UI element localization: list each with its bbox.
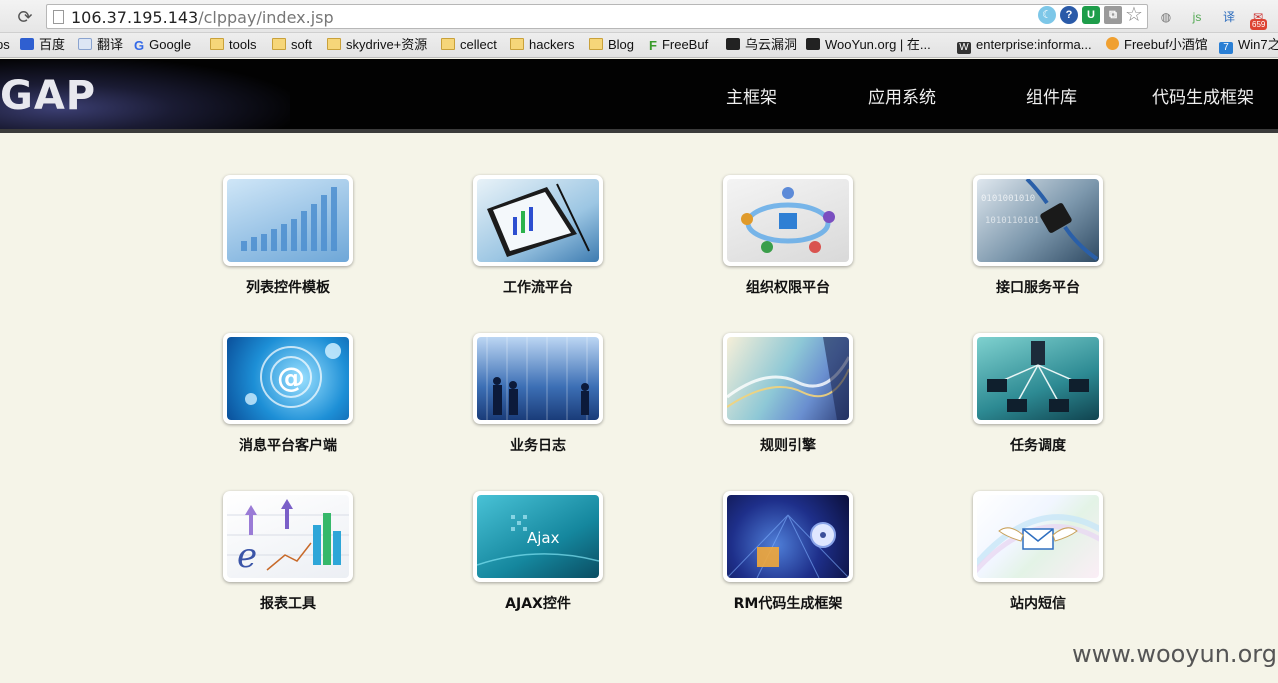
nav-component-library[interactable]: 组件库 xyxy=(1026,83,1077,108)
module-label[interactable]: 消息平台客户端 xyxy=(193,435,383,455)
module-task-scheduling[interactable]: 任务调度 xyxy=(973,333,1103,454)
nav-main-framework[interactable]: 主框架 xyxy=(726,83,777,108)
win7-icon: 7 xyxy=(1219,42,1233,54)
module-label[interactable]: 接口服务平台 xyxy=(943,277,1133,297)
url-host: 106.37.195.143 xyxy=(71,8,199,27)
email-at-icon: @ xyxy=(227,337,349,420)
watermark: www.wooyun.org xyxy=(1072,640,1277,668)
ajax-icon: Ajax xyxy=(477,495,599,578)
module-label[interactable]: RM代码生成框架 xyxy=(693,593,883,613)
folder-icon xyxy=(210,38,224,50)
url-text[interactable]: 106.37.195.143/clppay/index.jsp xyxy=(71,8,334,27)
bookmark-skydrive[interactable]: skydrive+资源 xyxy=(327,37,427,53)
bookmark-google[interactable]: G Google xyxy=(134,37,191,54)
bookmark-freebuf[interactable]: F FreeBuf xyxy=(649,37,708,54)
bookmark-baidu[interactable]: 百度 xyxy=(20,37,65,53)
svg-text:Ajax: Ajax xyxy=(527,529,560,547)
bookmark-translate[interactable]: 翻译 xyxy=(78,37,123,53)
bookmark-ps[interactable]: ps xyxy=(0,37,10,53)
translate-page-icon[interactable]: ⧉ xyxy=(1104,6,1122,24)
bookmark-blog[interactable]: Blog xyxy=(589,37,634,53)
module-label[interactable]: 任务调度 xyxy=(943,435,1133,455)
svg-text:e: e xyxy=(237,536,257,576)
bar-chart-icon xyxy=(227,179,349,262)
bookmark-win7[interactable]: 7 Win7之 xyxy=(1219,37,1278,54)
module-label[interactable]: 站内短信 xyxy=(943,593,1133,613)
bookmark-cellect[interactable]: cellect xyxy=(441,37,497,53)
module-label[interactable]: 规则引擎 xyxy=(693,435,883,455)
bookmarks-bar: ps 百度 翻译 GGoogle tools soft skydrive+资源 … xyxy=(0,33,1278,58)
code-disc-icon xyxy=(727,495,849,578)
flying-envelope-icon xyxy=(977,495,1099,578)
report-growth-icon: e xyxy=(227,495,349,578)
module-label[interactable]: 工作流平台 xyxy=(443,277,633,297)
site-logo[interactable]: GAP xyxy=(0,73,96,119)
module-org-permission[interactable]: 组织权限平台 xyxy=(723,175,853,296)
folder-icon xyxy=(589,38,603,50)
moon-extension-icon[interactable]: ☾ xyxy=(1038,6,1056,24)
bookmark-soft[interactable]: soft xyxy=(272,37,312,53)
module-label[interactable]: 列表控件模板 xyxy=(193,277,383,297)
shield-extension-icon[interactable]: U xyxy=(1082,6,1100,24)
folder-icon xyxy=(510,38,524,50)
cable-connector-icon: 0101001010 1010110101 xyxy=(977,179,1099,262)
module-rule-engine[interactable]: 规则引擎 xyxy=(723,333,853,454)
globe-icon[interactable]: ◍ xyxy=(1157,8,1175,26)
baidu-icon xyxy=(20,38,34,50)
bookmark-wooyun-org[interactable]: WooYun.org | 在... xyxy=(806,37,931,53)
folder-icon xyxy=(272,38,286,50)
nav-code-generation[interactable]: 代码生成框架 xyxy=(1152,83,1254,108)
browser-toolbar: ⟳ 106.37.195.143/clppay/index.jsp ☾ ? U … xyxy=(0,0,1278,33)
wooyun-icon xyxy=(806,38,820,50)
folder-icon xyxy=(441,38,455,50)
translate-extension-icon[interactable]: 译 xyxy=(1220,8,1238,26)
module-workflow[interactable]: 工作流平台 xyxy=(473,175,603,296)
module-internal-messages[interactable]: 站内短信 xyxy=(973,491,1103,612)
bookmark-freebuf-bar[interactable]: Freebuf小酒馆 xyxy=(1106,37,1208,53)
folder-icon xyxy=(327,38,341,50)
business-people-icon xyxy=(477,337,599,420)
module-ajax-controls[interactable]: Ajax AJAX控件 xyxy=(473,491,603,612)
notification-badge: 659 xyxy=(1250,19,1268,30)
bookmark-tools[interactable]: tools xyxy=(210,37,256,53)
google-icon: G xyxy=(134,38,145,53)
freebuf-icon: F xyxy=(649,38,657,53)
abstract-rules-icon xyxy=(727,337,849,420)
js-extension-icon[interactable]: js xyxy=(1188,8,1206,26)
network-computers-icon xyxy=(977,337,1099,420)
url-path: /clppay/index.jsp xyxy=(198,8,334,27)
wooyun-icon xyxy=(726,38,740,50)
address-bar[interactable]: 106.37.195.143/clppay/index.jsp xyxy=(46,4,1148,29)
site-header: GAP 主框架 应用系统 组件库 代码生成框架 xyxy=(0,59,1278,129)
module-label[interactable]: 组织权限平台 xyxy=(693,277,883,297)
module-label[interactable]: 业务日志 xyxy=(443,435,633,455)
help-icon[interactable]: ? xyxy=(1060,6,1078,24)
bookmark-enterprise[interactable]: Wenterprise:informa... xyxy=(957,37,1092,54)
svg-text:@: @ xyxy=(277,361,305,394)
module-business-log[interactable]: 业务日志 xyxy=(473,333,603,454)
module-label[interactable]: AJAX控件 xyxy=(443,593,633,613)
header-divider xyxy=(0,129,1278,133)
wikipedia-icon: W xyxy=(957,42,971,54)
module-label[interactable]: 报表工具 xyxy=(193,593,383,613)
nav-application-system[interactable]: 应用系统 xyxy=(868,83,936,108)
org-network-icon xyxy=(727,179,849,262)
svg-text:0101001010: 0101001010 xyxy=(981,194,1035,204)
bookmark-star-icon[interactable]: ☆ xyxy=(1125,5,1143,25)
page-icon xyxy=(53,10,64,24)
reload-icon[interactable]: ⟳ xyxy=(14,6,36,28)
module-rm-code-gen[interactable]: RM代码生成框架 xyxy=(723,491,853,612)
module-interface-service[interactable]: 0101001010 1010110101 接口服务平台 xyxy=(973,175,1103,296)
bookmark-wooyun-bugs[interactable]: 乌云漏洞 xyxy=(726,37,797,53)
svg-text:1010110101: 1010110101 xyxy=(985,216,1039,226)
module-report-tool[interactable]: e 报表工具 xyxy=(223,491,353,612)
module-message-client[interactable]: @ 消息平台客户端 xyxy=(223,333,353,454)
tablet-chart-icon xyxy=(477,179,599,262)
bookmark-hackers[interactable]: hackers xyxy=(510,37,575,53)
module-list-template[interactable]: 列表控件模板 xyxy=(223,175,353,296)
translate-icon xyxy=(78,38,92,50)
freebuf-bar-icon xyxy=(1106,37,1119,50)
